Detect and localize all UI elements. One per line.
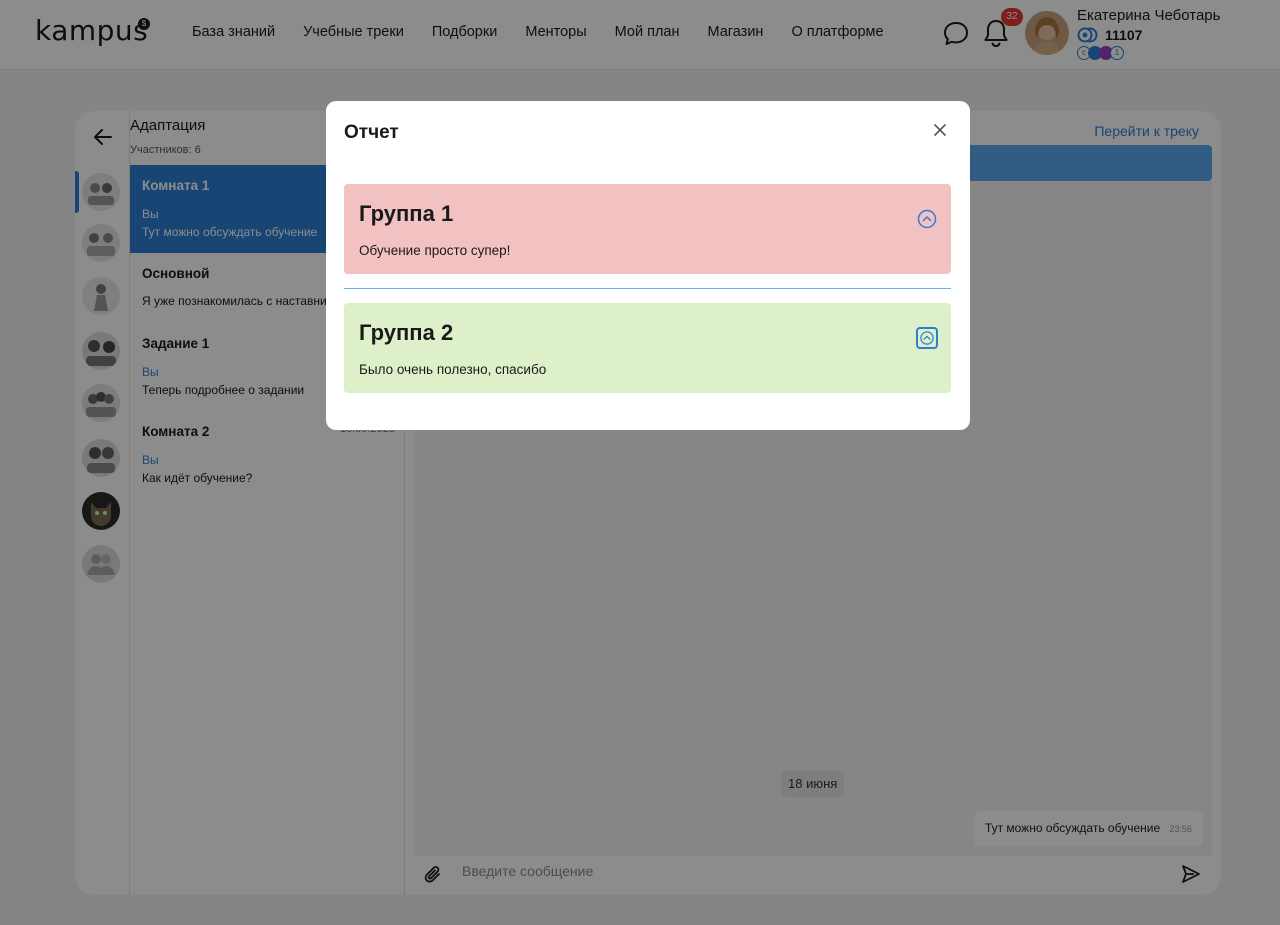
close-icon[interactable] xyxy=(929,119,951,141)
group-text: Было очень полезно, спасибо xyxy=(359,362,547,377)
report-modal: Отчет Группа 1 Обучение просто супер! Гр… xyxy=(326,101,970,430)
group-text: Обучение просто супер! xyxy=(359,243,511,258)
report-group-1: Группа 1 Обучение просто супер! xyxy=(344,184,951,274)
modal-title: Отчет xyxy=(344,122,399,143)
group-title: Группа 2 xyxy=(359,320,454,345)
chevron-up-icon[interactable] xyxy=(916,208,938,230)
report-group-2: Группа 2 Было очень полезно, спасибо xyxy=(344,303,951,393)
group-title: Группа 1 xyxy=(359,201,454,226)
group-divider xyxy=(344,288,951,289)
chevron-up-icon[interactable] xyxy=(916,327,938,349)
